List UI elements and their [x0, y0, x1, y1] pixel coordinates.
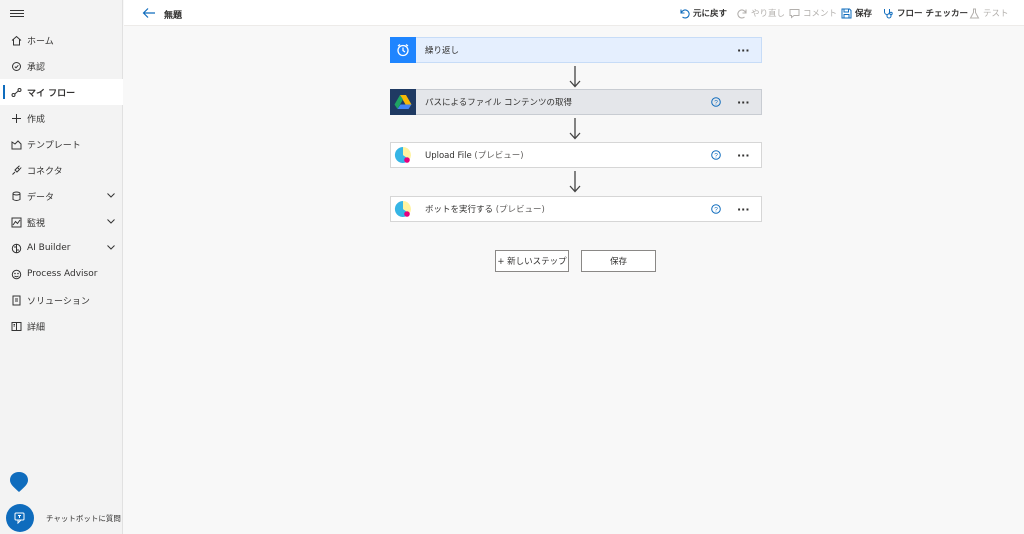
chevron-down-icon[interactable] — [107, 217, 115, 225]
undo-icon — [680, 8, 690, 19]
flow-checker-label: フロー チェッカー — [897, 9, 968, 19]
redo-label: やり直し — [751, 9, 786, 19]
new-step-button[interactable]: + 新しいステップ — [495, 250, 569, 272]
plus-icon — [10, 112, 22, 124]
undo-label: 元に戻す — [693, 9, 728, 19]
sidebar-item-label: コネクタ — [27, 166, 63, 177]
sidebar-item-label: Process Advisor — [27, 269, 98, 279]
step-title: Upload File (プレビュー) — [425, 149, 711, 161]
connector-icon — [390, 142, 416, 168]
flask-icon — [969, 8, 980, 18]
step-title: ボットを実行する (プレビュー) — [425, 203, 711, 215]
sidebar-item-label: テンプレート — [27, 140, 81, 151]
svg-text:?: ? — [714, 99, 718, 106]
comment-button[interactable]: コメント — [789, 6, 837, 20]
sidebar-item-approvals[interactable]: 承認 — [0, 53, 123, 79]
step-subtitle: (プレビュー) — [493, 205, 545, 215]
comment-label: コメント — [803, 9, 838, 19]
save-icon — [841, 8, 852, 18]
chevron-down-icon[interactable] — [107, 191, 115, 199]
chevron-down-icon[interactable] — [107, 243, 115, 251]
flow-step-upload-file[interactable]: Upload File (プレビュー) ? ··· — [390, 142, 762, 168]
sidebar-item-label: AI Builder — [27, 243, 71, 253]
save-flow-button[interactable]: 保存 — [581, 250, 656, 272]
step-title: パスによるファイル コンテンツの取得 — [425, 96, 711, 108]
redo-icon — [737, 8, 747, 19]
test-button[interactable]: テスト — [969, 6, 1009, 20]
step-title-text: パスによるファイル コンテンツの取得 — [425, 98, 572, 108]
sidebar-item-label: マイ フロー — [27, 88, 76, 99]
stethoscope-icon — [884, 8, 893, 18]
solution-icon — [10, 294, 22, 306]
undo-button[interactable]: 元に戻す — [679, 6, 727, 20]
step-title-text: Upload File — [425, 151, 472, 161]
step-title-text: ボットを実行する — [425, 205, 494, 215]
sidebar-item-home[interactable]: ホーム — [0, 27, 123, 53]
step-title: 繰り返し — [425, 44, 737, 56]
sidebar-item-my-flows[interactable]: マイ フロー — [0, 79, 123, 105]
help-icon[interactable]: ? — [711, 204, 721, 214]
sidebar-item-create[interactable]: 作成 — [0, 105, 123, 131]
chatbot-icon — [14, 512, 25, 524]
chatbot-label: チャットボットに質問 — [46, 514, 121, 523]
comment-icon — [789, 8, 800, 19]
sidebar-item-process-advisor[interactable]: Process Advisor — [0, 261, 123, 287]
sidebar-item-label: 承認 — [27, 62, 46, 73]
flow-arrow — [569, 66, 581, 88]
sidebar-item-templates[interactable]: テンプレート — [0, 131, 123, 157]
plug-icon — [10, 164, 22, 176]
process-advisor-icon — [10, 268, 22, 280]
test-label: テスト — [983, 9, 1009, 19]
save-button[interactable]: 保存 — [841, 6, 872, 20]
sidebar: ホーム 承認 マイ フロー 作成 テンプレート コネクタ データ 監視 AI B… — [0, 0, 123, 534]
flow-step-recurrence[interactable]: 繰り返し ··· — [390, 37, 762, 63]
book-icon — [10, 320, 22, 332]
clock-icon — [390, 37, 416, 63]
chat-notification-icon — [10, 472, 28, 492]
flow-checker-button[interactable]: フロー チェッカー — [883, 6, 968, 20]
flow-arrow — [569, 118, 581, 140]
svg-text:?: ? — [714, 152, 718, 159]
sidebar-item-label: 作成 — [27, 114, 46, 125]
chatbot-button[interactable] — [6, 504, 34, 532]
page-title: 無題 — [164, 11, 183, 21]
sidebar-item-solutions[interactable]: ソリューション — [0, 287, 123, 313]
command-bar: 無題 元に戻す やり直し コメント 保存 フロー チェッカー テスト — [124, 0, 1024, 26]
sidebar-item-label: 詳細 — [27, 322, 46, 333]
flow-step-run-bot[interactable]: ボットを実行する (プレビュー) ? ··· — [390, 196, 762, 222]
flow-step-get-file-content[interactable]: パスによるファイル コンテンツの取得 ? ··· — [390, 89, 762, 115]
sidebar-item-label: ホーム — [27, 36, 54, 47]
sidebar-item-connectors[interactable]: コネクタ — [0, 157, 123, 183]
help-icon[interactable]: ? — [711, 97, 721, 107]
google-drive-icon — [390, 89, 416, 115]
monitor-icon — [10, 216, 22, 228]
redo-button[interactable]: やり直し — [737, 6, 785, 20]
more-options-icon[interactable]: ··· — [737, 96, 753, 109]
home-icon — [10, 34, 22, 46]
approval-icon — [10, 60, 22, 72]
database-icon — [10, 190, 22, 202]
hamburger-menu-icon[interactable] — [10, 8, 24, 20]
more-options-icon[interactable]: ··· — [737, 203, 753, 216]
sidebar-item-data[interactable]: データ — [0, 183, 123, 209]
sidebar-item-learn-more[interactable]: 詳細 — [0, 313, 123, 339]
back-arrow-icon[interactable] — [142, 7, 156, 19]
sidebar-item-label: ソリューション — [27, 296, 90, 307]
help-icon[interactable]: ? — [711, 150, 721, 160]
save-label: 保存 — [855, 9, 873, 19]
template-icon — [10, 138, 22, 150]
brain-icon — [10, 242, 22, 254]
flow-icon — [10, 86, 22, 98]
step-title-text: 繰り返し — [425, 46, 460, 56]
flow-arrow — [569, 171, 581, 193]
svg-text:?: ? — [714, 206, 718, 213]
sidebar-item-label: 監視 — [27, 218, 46, 229]
sidebar-item-ai-builder[interactable]: AI Builder — [0, 235, 123, 261]
connector-icon — [390, 196, 416, 222]
sidebar-item-label: データ — [27, 192, 55, 203]
step-subtitle: (プレビュー) — [471, 151, 524, 161]
more-options-icon[interactable]: ··· — [737, 149, 753, 162]
more-options-icon[interactable]: ··· — [737, 44, 753, 57]
sidebar-item-monitor[interactable]: 監視 — [0, 209, 123, 235]
